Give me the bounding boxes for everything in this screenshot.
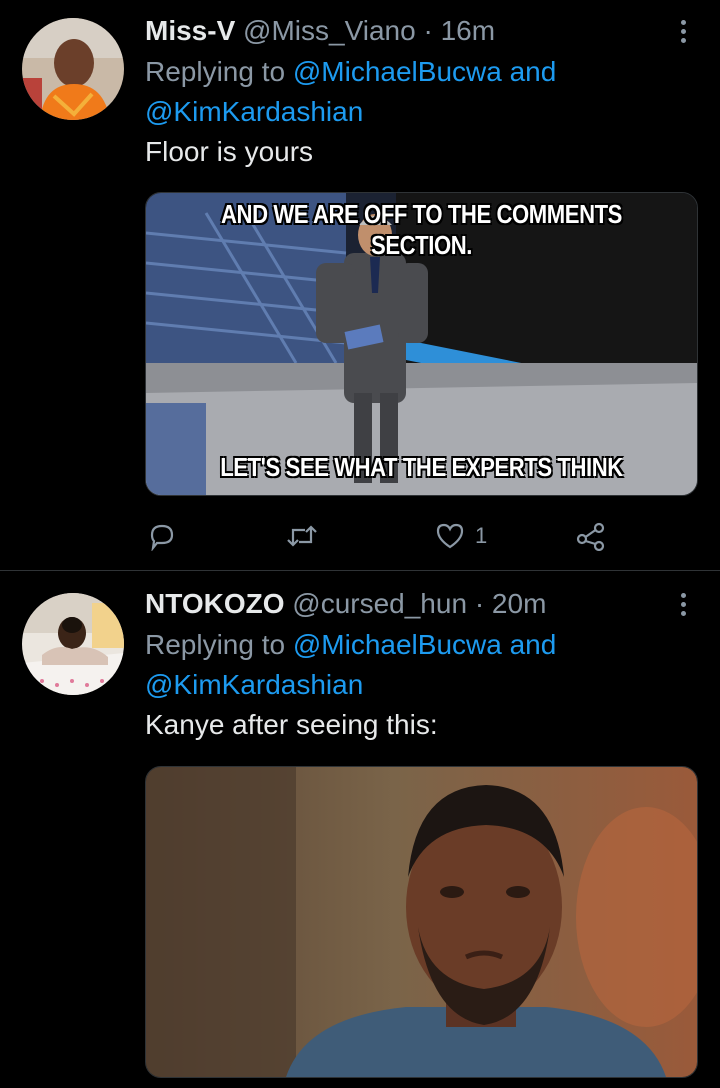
tweet-actions: 1 [145, 516, 698, 556]
timestamp[interactable]: 20m [492, 588, 546, 619]
share-icon [576, 522, 605, 551]
replying-prefix: Replying to [145, 629, 286, 660]
reply-icon [150, 524, 174, 551]
replying-to: Replying to @MichaelBucwa and @KimKardas… [145, 625, 698, 705]
tweet-media-image[interactable]: AND WE ARE OFF TO THE COMMENTS SECTION. … [145, 192, 698, 496]
mention-link[interactable]: @MichaelBucwa [293, 56, 502, 87]
tweet-text: Kanye after seeing this: [145, 709, 438, 740]
more-options-icon[interactable] [668, 16, 698, 46]
and-link[interactable]: and [510, 56, 557, 87]
avatar[interactable] [22, 593, 124, 695]
timestamp[interactable]: 16m [441, 15, 495, 46]
mention-link[interactable]: @KimKardashian [145, 96, 363, 127]
more-options-icon[interactable] [668, 589, 698, 619]
meme-bottom-caption: LET'S SEE WHAT THE EXPERTS THINK [220, 452, 623, 482]
separator-dot: · [423, 15, 433, 46]
reply-button[interactable] [147, 516, 177, 556]
replying-to: Replying to @MichaelBucwa and @KimKardas… [145, 52, 698, 132]
avatar[interactable] [22, 18, 124, 120]
display-name[interactable]: NTOKOZO [145, 588, 284, 619]
separator-dot: · [474, 588, 485, 619]
and-link[interactable]: and [510, 629, 557, 660]
like-button[interactable]: 1 [435, 516, 487, 556]
heart-icon [436, 523, 464, 549]
tweet-text: Floor is yours [145, 136, 314, 167]
retweet-button[interactable] [285, 516, 319, 556]
retweet-icon [287, 525, 317, 547]
user-handle[interactable]: @Miss_Viano [243, 15, 416, 46]
tweet-2[interactable]: NTOKOZO @cursed_hun · 20m Replying to @M… [0, 571, 720, 1088]
like-count: 1 [475, 523, 488, 548]
user-handle[interactable]: @cursed_hun [292, 588, 467, 619]
tweet-media-image[interactable] [145, 766, 698, 1078]
replying-prefix: Replying to [145, 56, 286, 87]
mention-link[interactable]: @KimKardashian [145, 669, 363, 700]
tweet-1[interactable]: Miss-V @Miss_Viano · 16m Replying to @Mi… [0, 0, 720, 570]
share-button[interactable] [575, 516, 607, 556]
display-name[interactable]: Miss-V [145, 15, 235, 46]
mention-link[interactable]: @MichaelBucwa [293, 629, 502, 660]
meme-top-caption: AND WE ARE OFF TO THE COMMENTS SECTION. [220, 199, 622, 260]
